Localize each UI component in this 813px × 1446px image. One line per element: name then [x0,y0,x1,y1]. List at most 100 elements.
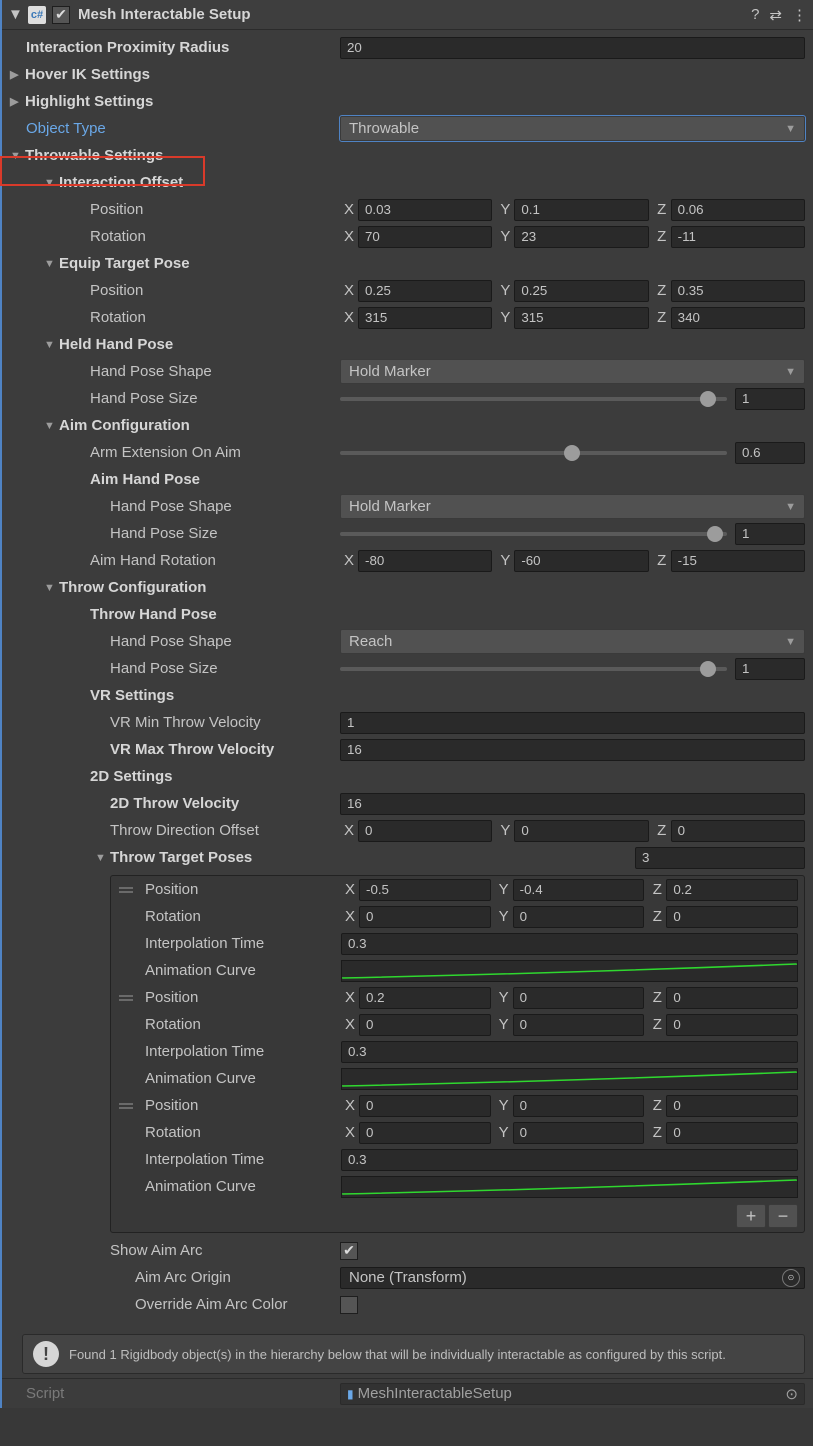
animation-curve-field[interactable] [341,1068,798,1090]
pose-rot-z[interactable] [666,1122,798,1144]
axis-y-label[interactable]: Y [496,282,514,299]
aim-size-slider[interactable] [340,532,727,536]
slider-knob-icon[interactable] [707,526,723,542]
pose-pos-x[interactable] [359,879,491,901]
axis-x-label[interactable]: X [341,1124,359,1141]
axis-y-label[interactable]: Y [496,309,514,326]
axis-y-label[interactable]: Y [496,201,514,218]
component-enabled-checkbox[interactable]: ✔ [52,6,70,24]
drag-handle-icon[interactable] [111,887,141,893]
dir-off-z[interactable] [671,820,805,842]
pose-rot-x[interactable] [359,1122,491,1144]
axis-z-label[interactable]: Z [648,1016,666,1033]
axis-y-label[interactable]: Y [496,552,514,569]
slider-knob-icon[interactable] [700,391,716,407]
aim-rot-y[interactable] [514,550,648,572]
drag-handle-icon[interactable] [111,995,141,1001]
held-hand-pose-foldout[interactable]: Held Hand Pose [10,336,340,353]
axis-x-label[interactable]: X [341,1016,359,1033]
pose-pos-x[interactable] [359,1095,491,1117]
throw-config-foldout[interactable]: Throw Configuration [10,579,340,596]
object-type-select[interactable]: Throwable ▼ [340,116,805,141]
axis-x-label[interactable]: X [341,989,359,1006]
interaction-offset-foldout[interactable]: Interaction Offset [10,174,340,191]
axis-z-label[interactable]: Z [648,1124,666,1141]
pose-pos-y[interactable] [513,1095,645,1117]
held-size-value[interactable] [735,388,805,410]
throw-shape-select[interactable]: Reach ▼ [340,629,805,654]
pose-rot-x[interactable] [359,906,491,928]
axis-x-label[interactable]: X [341,1097,359,1114]
aim-shape-select[interactable]: Hold Marker ▼ [340,494,805,519]
axis-y-label[interactable]: Y [496,228,514,245]
arm-ext-slider[interactable] [340,451,727,455]
axis-y-label[interactable]: Y [495,1016,513,1033]
equip-rot-x[interactable] [358,307,492,329]
axis-z-label[interactable]: Z [653,282,671,299]
axis-x-label[interactable]: X [340,282,358,299]
menu-icon[interactable]: ⋮ [792,6,807,24]
equip-pos-y[interactable] [514,280,648,302]
equip-rot-z[interactable] [671,307,805,329]
pose-pos-z[interactable] [666,987,798,1009]
pose-interp-input[interactable] [341,933,798,955]
dir-off-y[interactable] [514,820,648,842]
help-icon[interactable]: ? [751,6,759,24]
vr-max-input[interactable] [340,739,805,761]
animation-curve-field[interactable] [341,960,798,982]
pose-pos-x[interactable] [359,987,491,1009]
aim-arc-origin-field[interactable]: None (Transform) ⊙ [340,1267,805,1289]
axis-z-label[interactable]: Z [648,1097,666,1114]
axis-x-label[interactable]: X [340,552,358,569]
2d-throw-vel-input[interactable] [340,793,805,815]
slider-knob-icon[interactable] [700,661,716,677]
drag-handle-icon[interactable] [111,1103,141,1109]
pose-rot-x[interactable] [359,1014,491,1036]
aim-rot-z[interactable] [671,550,805,572]
axis-x-label[interactable]: X [340,201,358,218]
axis-z-label[interactable]: Z [648,908,666,925]
held-shape-select[interactable]: Hold Marker ▼ [340,359,805,384]
axis-x-label[interactable]: X [340,822,358,839]
object-picker-icon[interactable]: ⊙ [785,1385,798,1403]
axis-z-label[interactable]: Z [653,201,671,218]
override-aim-arc-color-checkbox[interactable] [340,1296,358,1314]
axis-z-label[interactable]: Z [653,309,671,326]
pose-rot-y[interactable] [513,1014,645,1036]
throw-size-slider[interactable] [340,667,727,671]
interaction-offset-rot-x[interactable] [358,226,492,248]
axis-x-label[interactable]: X [340,228,358,245]
pose-rot-y[interactable] [513,1122,645,1144]
axis-z-label[interactable]: Z [653,552,671,569]
dir-off-x[interactable] [358,820,492,842]
throwable-settings-foldout[interactable]: Throwable Settings [10,147,340,164]
throw-target-poses-foldout[interactable]: Throw Target Poses [10,849,252,866]
pose-pos-z[interactable] [666,879,798,901]
pose-interp-input[interactable] [341,1041,798,1063]
pose-rot-y[interactable] [513,906,645,928]
script-field[interactable]: ▮MeshInteractableSetup ⊙ [340,1383,805,1405]
axis-z-label[interactable]: Z [653,822,671,839]
interaction-proximity-radius-input[interactable] [340,37,805,59]
array-remove-button[interactable]: − [768,1204,798,1228]
component-foldout-icon[interactable]: ▼ [8,6,22,23]
axis-x-label[interactable]: X [340,309,358,326]
animation-curve-field[interactable] [341,1176,798,1198]
hover-ik-settings-foldout[interactable]: Hover IK Settings [10,66,340,83]
axis-y-label[interactable]: Y [495,908,513,925]
interaction-offset-rot-y[interactable] [514,226,648,248]
equip-pos-x[interactable] [358,280,492,302]
axis-z-label[interactable]: Z [653,228,671,245]
equip-pos-z[interactable] [671,280,805,302]
highlight-settings-foldout[interactable]: Highlight Settings [10,93,340,110]
axis-x-label[interactable]: X [341,908,359,925]
interaction-offset-pos-x[interactable] [358,199,492,221]
axis-y-label[interactable]: Y [495,881,513,898]
equip-rot-y[interactable] [514,307,648,329]
show-aim-arc-checkbox[interactable]: ✔ [340,1242,358,1260]
arm-ext-value[interactable] [735,442,805,464]
vr-min-input[interactable] [340,712,805,734]
throw-target-poses-count[interactable] [635,847,805,869]
aim-config-foldout[interactable]: Aim Configuration [10,417,340,434]
interaction-offset-rot-z[interactable] [671,226,805,248]
